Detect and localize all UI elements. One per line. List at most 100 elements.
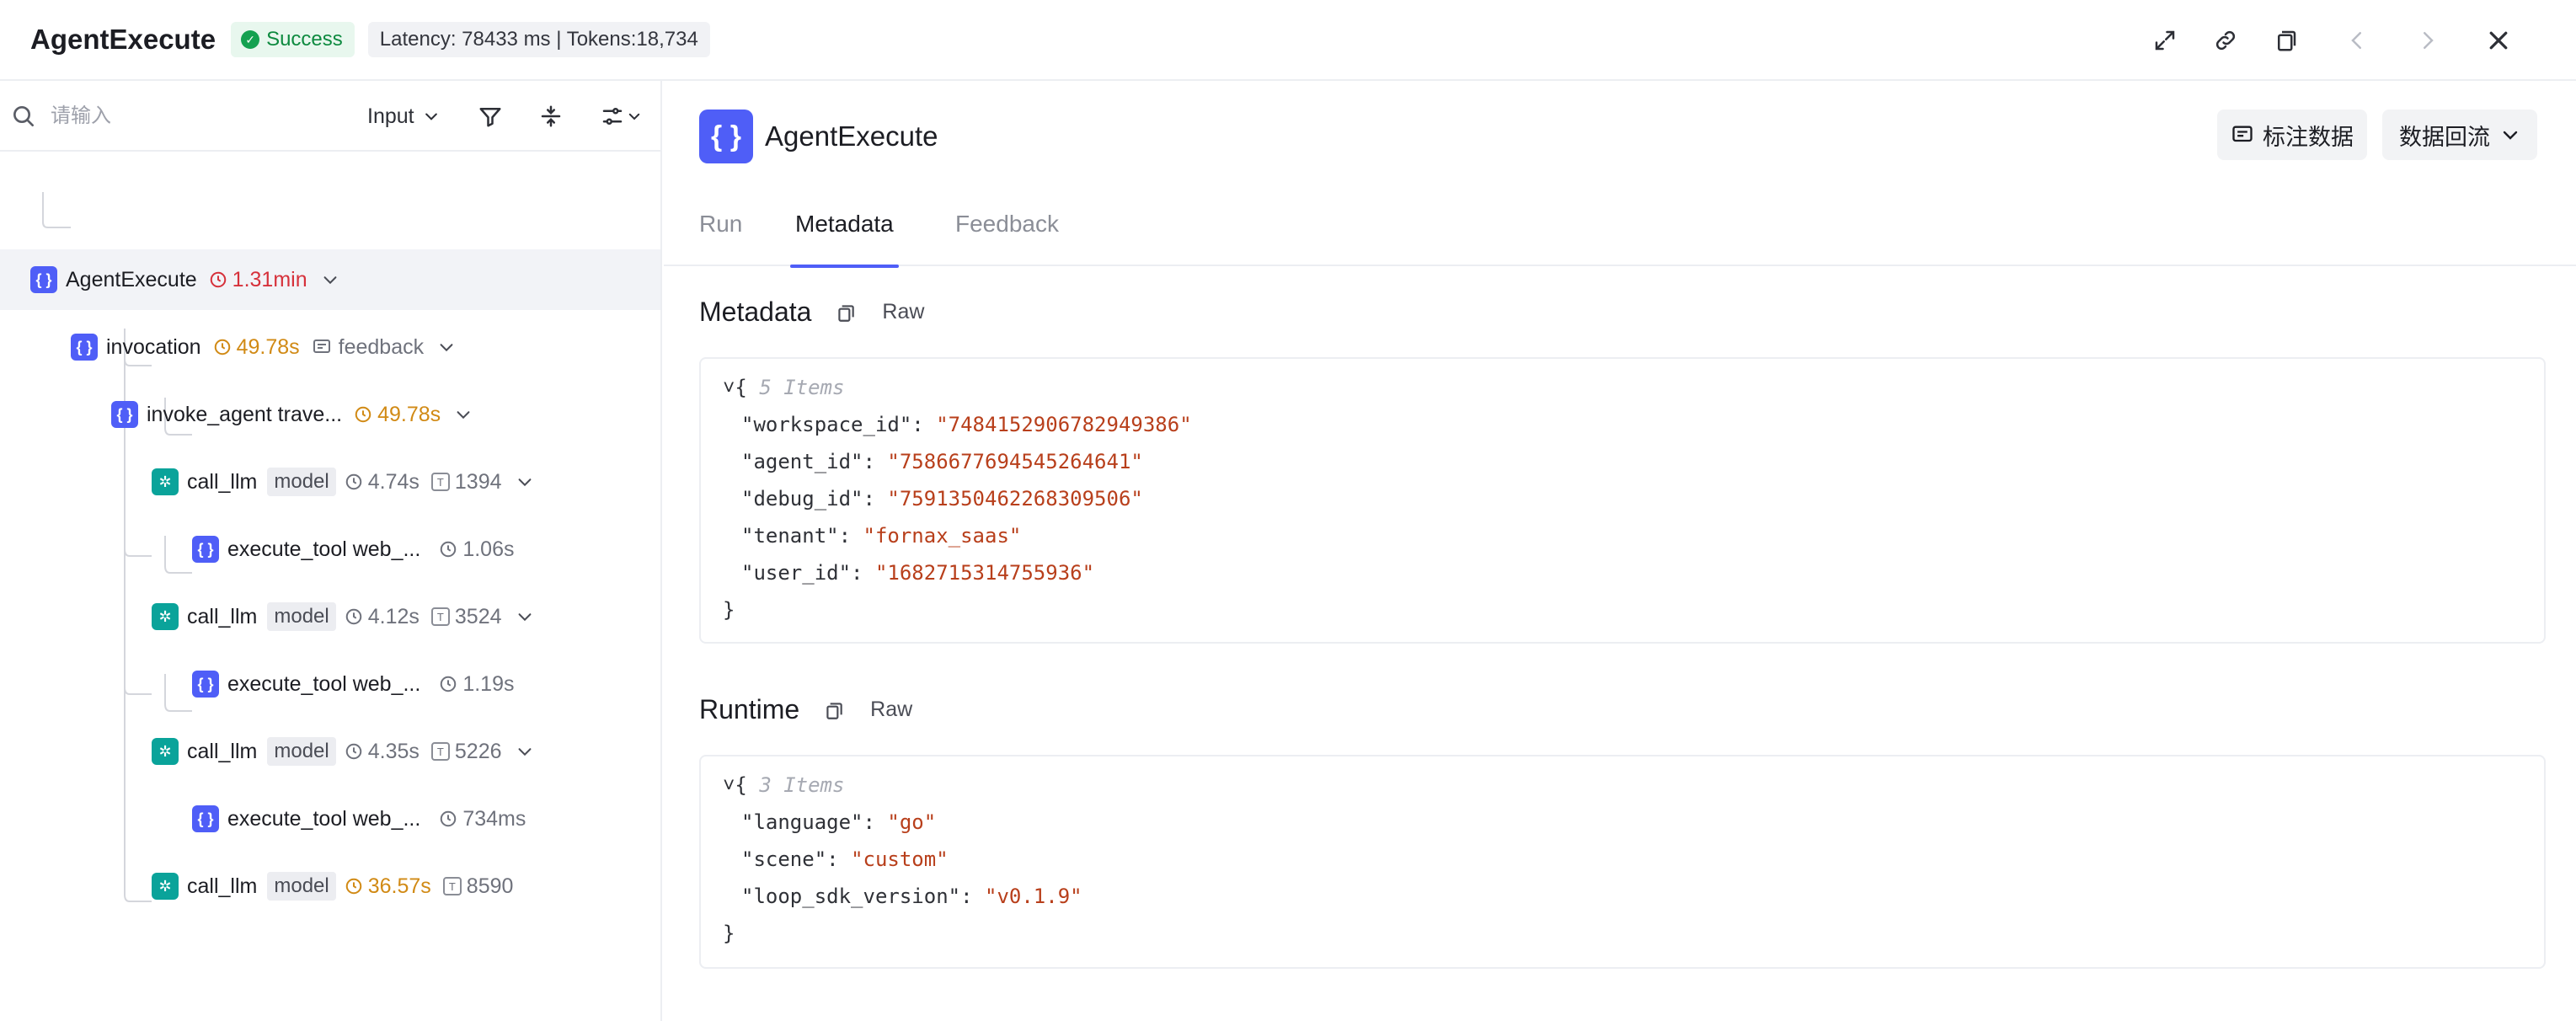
chevron-down-icon[interactable] <box>516 742 534 761</box>
token-value: 5226 <box>454 739 502 763</box>
collapse-caret-icon[interactable]: ˅ <box>723 773 735 797</box>
json-open: ˅{ 3 Items <box>723 773 845 797</box>
function-icon: { } <box>192 805 219 832</box>
status-badge: ✓ Success <box>231 22 355 57</box>
node-name: call_llm <box>187 874 258 898</box>
collapse-icon <box>541 105 561 127</box>
settings-sliders-icon <box>602 108 623 125</box>
chevron-down-icon[interactable] <box>454 405 473 424</box>
node-name: AgentExecute <box>66 267 197 291</box>
duration: 1.31min <box>209 268 307 292</box>
chevron-down-icon[interactable] <box>516 473 534 491</box>
close-icon <box>2489 31 2508 50</box>
detail-title: AgentExecute <box>765 120 938 152</box>
tree-node-call-llm[interactable]: ✲ call_llm model 4.35s T 5226 <box>0 721 660 782</box>
llm-icon: ✲ <box>152 468 179 495</box>
check-icon: ✓ <box>241 30 260 49</box>
expand-icon <box>2155 30 2175 51</box>
tree-node-execute-tool[interactable]: { } execute_tool web_... 734ms <box>0 788 660 849</box>
duration-value: 4.74s <box>367 469 420 494</box>
token-count: T 3524 <box>430 604 502 629</box>
node-name: execute_tool web_... <box>227 806 421 831</box>
raw-toggle[interactable]: Raw <box>870 698 912 722</box>
token-count: T 8590 <box>442 874 514 899</box>
duration: 49.78s <box>213 335 300 360</box>
search-input[interactable] <box>51 98 337 135</box>
token-icon: T <box>430 742 450 761</box>
clock-icon <box>441 676 457 692</box>
tree-node-call-llm[interactable]: ✲ call_llm model 4.74s T 1394 <box>0 452 660 512</box>
tree-node-execute-tool[interactable]: { } execute_tool web_... 1.06s <box>0 519 660 580</box>
next-button[interactable] <box>2397 10 2458 71</box>
copy-icon[interactable] <box>835 302 857 323</box>
json-entry: "agent_id": "7586677694545264641" <box>741 450 1143 473</box>
token-value: 8590 <box>466 874 514 898</box>
runtime-json-viewer: ˅{ 3 Items "language": "go" "scene": "cu… <box>699 755 2546 969</box>
tree-node-call-llm[interactable]: ✲ call_llm model 36.57s T 8590 <box>0 856 660 917</box>
annotate-button[interactable]: 标注数据 <box>2217 110 2367 160</box>
llm-icon: ✲ <box>152 873 179 900</box>
chevron-down-icon[interactable] <box>516 607 534 626</box>
chevron-down-icon[interactable] <box>321 270 339 289</box>
duration-value: 4.35s <box>367 739 420 763</box>
duration: 36.57s <box>345 874 431 899</box>
duration: 4.12s <box>345 605 420 629</box>
chevron-down-icon <box>2503 131 2518 140</box>
tree-node-invocation[interactable]: { } invocation 49.78s feedback <box>0 317 660 377</box>
collapse-caret-icon[interactable]: ˅ <box>723 376 735 399</box>
tab-run[interactable]: Run <box>699 182 742 266</box>
function-icon: { } <box>111 401 138 428</box>
feedback-label: feedback <box>338 334 425 359</box>
tree-node-execute-tool[interactable]: { } execute_tool web_... 1.19s <box>0 654 660 714</box>
search-icon <box>13 106 34 126</box>
close-button[interactable] <box>2468 10 2529 71</box>
collapse-button[interactable] <box>534 99 568 133</box>
duration-value: 734ms <box>462 806 526 831</box>
tree-node-call-llm[interactable]: ✲ call_llm model 4.12s T 3524 <box>0 586 660 647</box>
stats-badge: Latency: 78433 ms | Tokens:18,734 <box>367 22 710 57</box>
json-close: } <box>723 598 735 622</box>
prev-button[interactable] <box>2327 10 2387 71</box>
chevron-left-icon <box>2351 32 2361 49</box>
field-select-value: Input <box>367 104 414 128</box>
span-detail-panel: { } AgentExecute 标注数据 数据回流 Run Metadata … <box>664 81 2576 1021</box>
expand-button[interactable] <box>2135 10 2195 71</box>
node-name: invocation <box>106 334 201 359</box>
copy-button[interactable] <box>2256 10 2317 71</box>
trace-title: AgentExecute <box>30 24 216 55</box>
token-value: 3524 <box>454 604 502 628</box>
display-settings-button[interactable] <box>595 99 647 133</box>
duration-value: 36.57s <box>367 874 431 898</box>
filter-button[interactable] <box>473 99 507 133</box>
copy-icon[interactable] <box>823 699 845 721</box>
tab-feedback[interactable]: Feedback <box>955 182 1059 266</box>
clock-icon <box>345 608 361 625</box>
model-tag: model <box>267 872 336 901</box>
token-icon: T <box>430 473 450 491</box>
clock-icon <box>214 339 230 355</box>
tab-metadata[interactable]: Metadata <box>790 182 899 268</box>
function-icon: { } <box>192 671 219 698</box>
span-tree-panel: Input <box>0 81 662 1021</box>
model-tag: model <box>267 737 336 766</box>
copy-link-button[interactable] <box>2195 10 2256 71</box>
duration: 1.06s <box>439 537 515 562</box>
raw-toggle[interactable]: Raw <box>882 300 924 324</box>
token-icon: T <box>430 607 450 626</box>
field-select[interactable]: Input <box>367 98 440 135</box>
section-title-text: Runtime <box>699 694 800 724</box>
json-entry: "loop_sdk_version": "v0.1.9" <box>741 885 1082 908</box>
duration-value: 49.78s <box>377 402 441 426</box>
comment-icon <box>313 339 330 353</box>
data-backflow-button[interactable]: 数据回流 <box>2382 110 2537 160</box>
tree-node-invoke-agent[interactable]: { } invoke_agent trave... 49.78s <box>0 384 660 445</box>
item-count: 5 Items <box>759 376 845 399</box>
chevron-down-icon[interactable] <box>437 338 456 356</box>
token-value: 1394 <box>454 469 502 494</box>
clock-icon <box>441 541 457 558</box>
tree-node-agentexecute[interactable]: { } AgentExecute 1.31min <box>0 249 660 310</box>
clock-icon <box>345 743 361 760</box>
duration-value: 49.78s <box>236 334 300 359</box>
chevron-right-icon <box>2424 32 2434 49</box>
token-count: T 5226 <box>430 739 502 764</box>
